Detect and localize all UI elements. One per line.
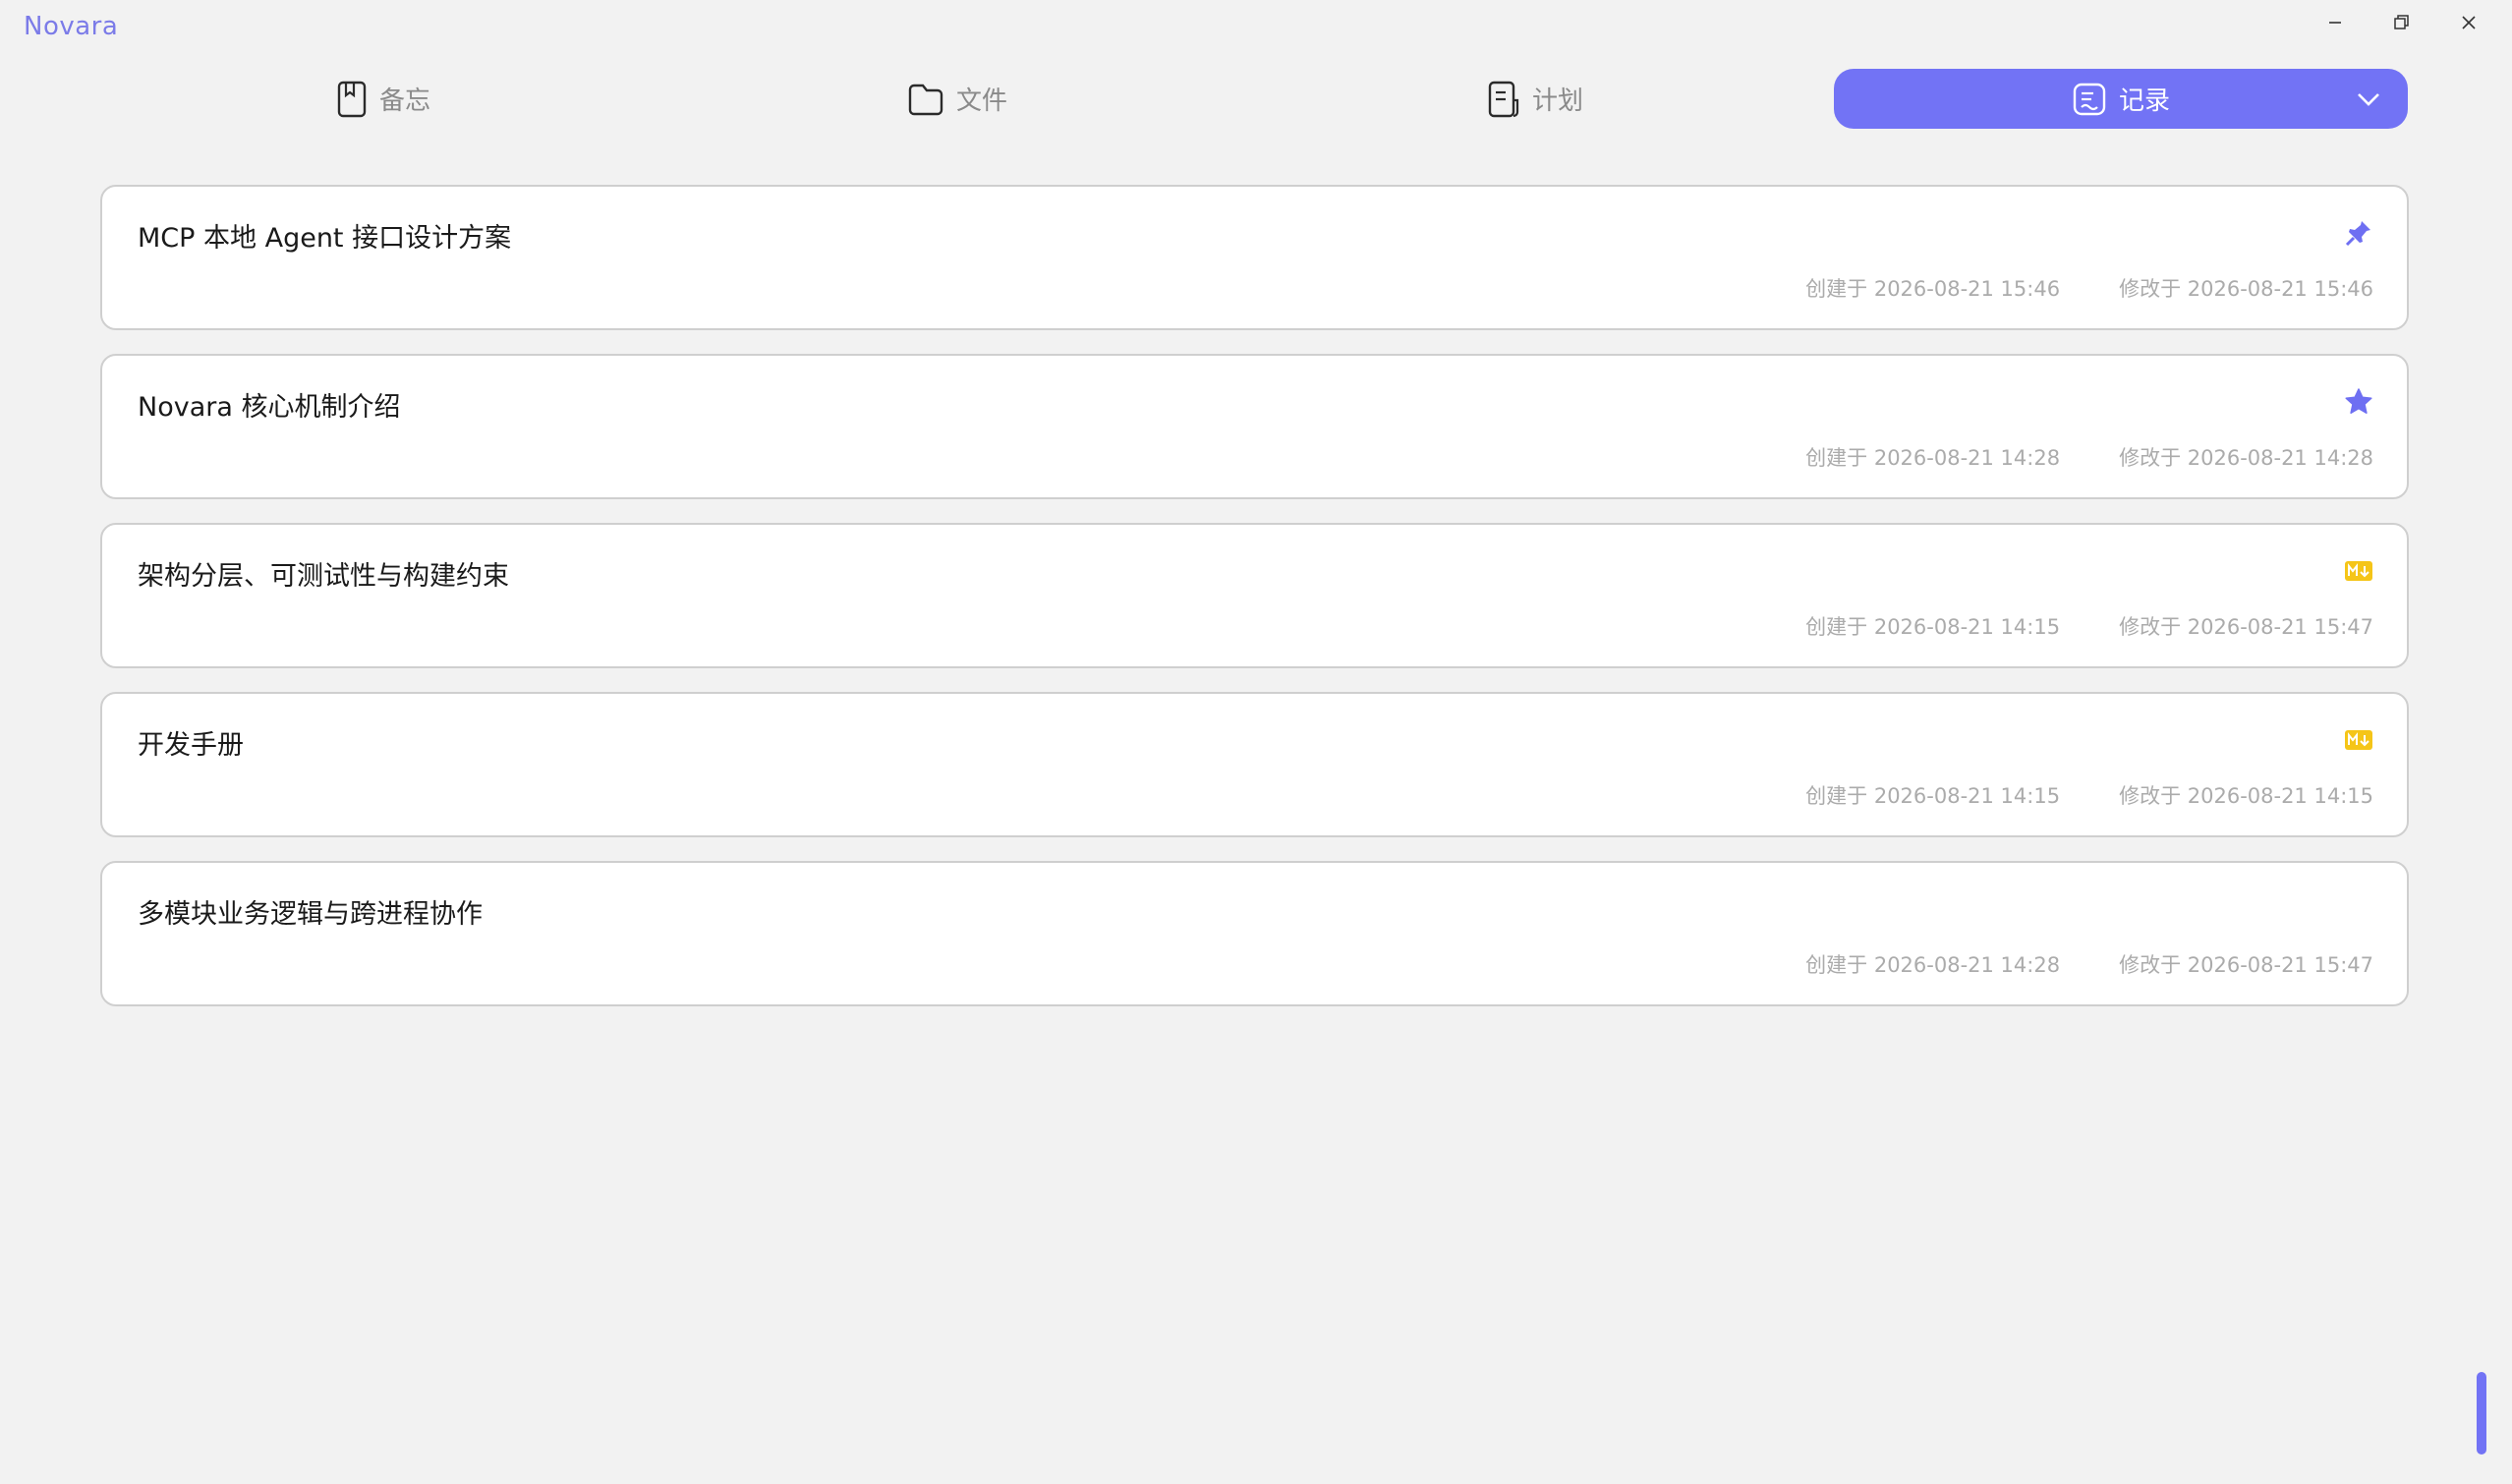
folder-icon	[907, 82, 944, 117]
app-title: Novara	[24, 12, 119, 41]
pin-icon[interactable]	[2344, 218, 2373, 248]
record-title: 多模块业务逻辑与跨进程协作	[138, 899, 483, 930]
record-title: 架构分层、可测试性与构建约束	[138, 561, 509, 592]
modified-time: 修改于 2026-08-21 15:47	[2119, 953, 2373, 977]
record-list: MCP 本地 Agent 接口设计方案 创建于 2026-08-21 15:46…	[100, 185, 2409, 1030]
created-time: 创建于 2026-08-21 14:15	[1805, 615, 2061, 639]
modified-time: 修改于 2026-08-21 15:47	[2119, 615, 2373, 639]
restore-icon	[2394, 15, 2409, 29]
window-controls	[2302, 6, 2502, 39]
created-time: 创建于 2026-08-21 14:28	[1805, 446, 2061, 470]
restore-button[interactable]	[2369, 6, 2435, 39]
tab-records[interactable]: 记录	[1834, 69, 2408, 129]
markdown-icon	[2344, 556, 2373, 586]
markdown-icon	[2344, 725, 2373, 755]
main-tabs: 备忘 文件 计划 记录	[0, 69, 2512, 129]
record-meta: 创建于 2026-08-21 14:15 修改于 2026-08-21 15:4…	[1805, 611, 2373, 641]
record-meta: 创建于 2026-08-21 14:15 修改于 2026-08-21 14:1…	[1805, 780, 2373, 810]
minimize-button[interactable]	[2302, 6, 2369, 39]
record-card[interactable]: MCP 本地 Agent 接口设计方案 创建于 2026-08-21 15:46…	[100, 185, 2409, 330]
tab-plan[interactable]: 计划	[1378, 69, 1692, 129]
minimize-icon	[2329, 22, 2341, 24]
record-title: 开发手册	[138, 730, 244, 761]
bookmark-icon	[336, 81, 368, 118]
record-card[interactable]: 架构分层、可测试性与构建约束 创建于 2026-08-21 14:15 修改于 …	[100, 523, 2409, 668]
star-icon[interactable]	[2344, 387, 2373, 417]
record-card[interactable]: 开发手册 创建于 2026-08-21 14:15 修改于 2026-08-21…	[100, 692, 2409, 837]
modified-time: 修改于 2026-08-21 14:15	[2119, 784, 2373, 808]
record-title: MCP 本地 Agent 接口设计方案	[138, 223, 512, 254]
tab-memo[interactable]: 备忘	[226, 69, 541, 129]
close-button[interactable]	[2435, 6, 2502, 39]
scrollbar-thumb[interactable]	[2477, 1372, 2486, 1455]
modified-time: 修改于 2026-08-21 14:28	[2119, 446, 2373, 470]
tab-label: 文件	[955, 86, 1007, 116]
created-time: 创建于 2026-08-21 14:15	[1805, 784, 2061, 808]
record-meta: 创建于 2026-08-21 15:46 修改于 2026-08-21 15:4…	[1805, 273, 2373, 303]
record-meta: 创建于 2026-08-21 14:28 修改于 2026-08-21 14:2…	[1805, 442, 2373, 472]
tab-label: 记录	[2118, 86, 2170, 116]
close-icon	[2462, 16, 2476, 29]
note-icon	[2072, 82, 2107, 117]
created-time: 创建于 2026-08-21 14:28	[1805, 953, 2061, 977]
document-icon	[1487, 81, 1520, 118]
record-card[interactable]: Novara 核心机制介绍 创建于 2026-08-21 14:28 修改于 2…	[100, 354, 2409, 499]
chevron-down-icon[interactable]	[2355, 86, 2382, 120]
record-meta: 创建于 2026-08-21 14:28 修改于 2026-08-21 15:4…	[1805, 949, 2373, 979]
modified-time: 修改于 2026-08-21 15:46	[2119, 277, 2373, 301]
tab-label: 计划	[1531, 86, 1583, 116]
created-time: 创建于 2026-08-21 15:46	[1805, 277, 2061, 301]
record-title: Novara 核心机制介绍	[138, 392, 401, 423]
tab-files[interactable]: 文件	[800, 69, 1114, 129]
tab-label: 备忘	[378, 86, 430, 116]
record-card[interactable]: 多模块业务逻辑与跨进程协作 创建于 2026-08-21 14:28 修改于 2…	[100, 861, 2409, 1006]
